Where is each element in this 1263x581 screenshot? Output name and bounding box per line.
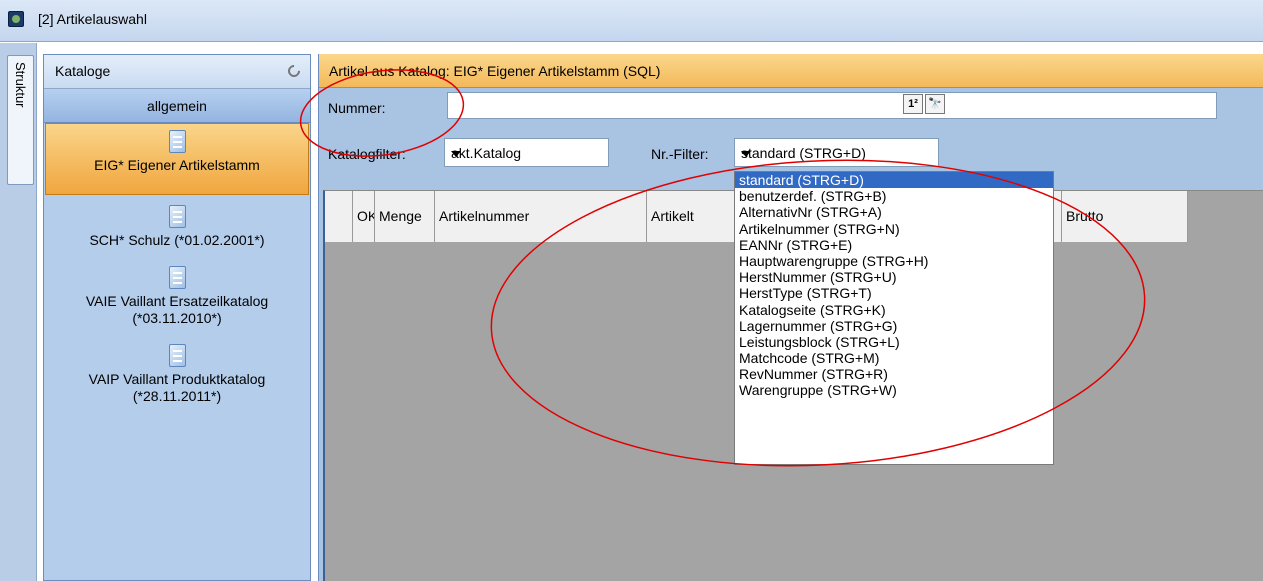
catalog-item-vaip[interactable]: VAIP Vaillant Produktkatalog (*28.11.201… (44, 344, 310, 405)
nrfilter-option[interactable]: Warengruppe (STRG+W) (735, 382, 1053, 398)
catalog-item-vaie[interactable]: VAIE Vaillant Ersatzeilkatalog (*03.11.2… (44, 266, 310, 327)
main-panel-header: Artikel aus Katalog: EIG* Eigener Artike… (319, 54, 1263, 88)
chevron-down-icon (451, 151, 461, 157)
column-header-brutto[interactable]: Brutto (1062, 191, 1188, 242)
katalogfilter-label: Katalogfilter: (328, 146, 406, 162)
tab-struktur-label: Struktur (13, 62, 28, 108)
nrfilter-option[interactable]: AlternativNr (STRG+A) (735, 204, 1053, 220)
nrfilter-option[interactable]: standard (STRG+D) (735, 172, 1053, 189)
binoculars-icon[interactable]: 🔭 (925, 94, 945, 114)
column-header-ok[interactable]: OK (353, 191, 375, 242)
catalog-item-date: (*28.11.2011*) (132, 388, 222, 404)
window-title: [2] Artikelauswahl (38, 11, 147, 27)
nrfilter-label: Nr.-Filter: (651, 146, 709, 162)
catalog-icon (168, 266, 186, 289)
catalog-panel: Kataloge allgemein EIG* Eigener Artikels… (43, 54, 311, 581)
nrfilter-dropdown-list[interactable]: standard (STRG+D) benutzerdef. (STRG+B) Al… (734, 171, 1054, 465)
katalogfilter-select[interactable]: akt.Katalog (444, 138, 609, 167)
catalog-item-label: VAIE Vaillant Ersatzeilkatalog (85, 293, 269, 309)
tab-struktur[interactable]: Struktur (7, 55, 34, 185)
catalog-icon (168, 130, 186, 153)
nrfilter-value: standard (STRG+D) (741, 145, 866, 161)
column-header-artikelnummer[interactable]: Artikelnummer (435, 191, 647, 242)
main-panel-title: Artikel aus Katalog: EIG* Eigener Artike… (329, 63, 661, 79)
nrfilter-option[interactable]: Leistungsblock (STRG+L) (735, 334, 1053, 350)
catalog-item-label: SCH* Schulz (*01.02.2001*) (89, 232, 265, 248)
catalog-item-eig[interactable]: EIG* Eigener Artikelstamm (45, 123, 309, 195)
nrfilter-option[interactable]: Katalogseite (STRG+K) (735, 302, 1053, 318)
nrfilter-option[interactable]: HerstType (STRG+T) (735, 285, 1053, 301)
nrfilter-option[interactable]: HerstNummer (STRG+U) (735, 269, 1053, 285)
column-header-select[interactable] (325, 191, 353, 242)
nrfilter-option[interactable]: EANNr (STRG+E) (735, 237, 1053, 253)
title-bar: [2] Artikelauswahl (0, 0, 1263, 42)
nrfilter-option[interactable]: RevNummer (STRG+R) (735, 366, 1053, 382)
catalog-item-label: VAIP Vaillant Produktkatalog (88, 371, 266, 387)
column-header-menge[interactable]: Menge (375, 191, 435, 242)
number-search-button[interactable]: 1² (903, 94, 923, 114)
nrfilter-option[interactable]: Lagernummer (STRG+G) (735, 318, 1053, 334)
side-strip: Struktur (0, 43, 37, 581)
katalogfilter-value: akt.Katalog (451, 145, 522, 161)
nrfilter-options: standard (STRG+D) benutzerdef. (STRG+B) Al… (735, 172, 1053, 399)
nrfilter-option[interactable]: benutzerdef. (STRG+B) (735, 188, 1053, 204)
catalog-panel-header: Kataloge (44, 55, 310, 89)
nrfilter-option[interactable]: Artikelnummer (STRG+N) (735, 221, 1053, 237)
catalog-item-label: EIG* Eigener Artikelstamm (94, 157, 260, 173)
catalog-item-date: (*03.11.2010*) (132, 310, 222, 326)
nrfilter-select[interactable]: standard (STRG+D) (734, 138, 939, 167)
catalog-icon (168, 205, 186, 228)
catalog-icon (168, 344, 186, 367)
app-icon (8, 11, 24, 27)
nrfilter-option[interactable]: Hauptwarengruppe (STRG+H) (735, 253, 1053, 269)
catalog-panel-title: Kataloge (55, 63, 111, 79)
tab-allgemein[interactable]: allgemein (44, 89, 310, 123)
catalog-item-sch[interactable]: SCH* Schulz (*01.02.2001*) (44, 205, 310, 249)
nummer-label: Nummer: (328, 100, 386, 116)
nummer-input[interactable] (447, 92, 1217, 119)
chevron-down-icon (741, 151, 751, 157)
nrfilter-option[interactable]: Matchcode (STRG+M) (735, 350, 1053, 366)
pin-icon[interactable] (285, 62, 303, 80)
